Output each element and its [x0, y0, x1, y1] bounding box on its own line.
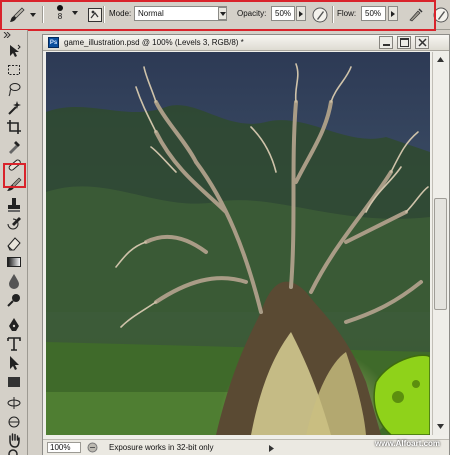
options-highlight-box	[0, 0, 436, 31]
document-title: game_illustration.psd @ 100% (Levels 3, …	[64, 38, 244, 47]
quick-select-tool[interactable]	[5, 100, 23, 116]
lasso-tool[interactable]	[5, 81, 23, 97]
status-info-icon[interactable]	[87, 442, 98, 453]
photoshop-icon: Ps	[48, 37, 59, 48]
move-tool[interactable]	[5, 43, 23, 59]
tree-illustration	[46, 52, 430, 435]
document-title-bar[interactable]: Ps game_illustration.psd @ 100% (Levels …	[43, 35, 449, 51]
status-menu-arrow-icon[interactable]	[269, 445, 274, 452]
marquee-tool[interactable]	[5, 62, 23, 78]
close-icon	[417, 38, 427, 47]
droplet-icon	[9, 274, 19, 289]
move-icon	[10, 44, 21, 57]
eraser-icon	[7, 237, 21, 251]
stamp-icon	[8, 198, 20, 212]
close-button[interactable]	[415, 36, 429, 49]
crop-icon	[7, 120, 21, 134]
3d-rotate-icon	[7, 397, 21, 409]
zoom-tool[interactable]	[5, 448, 23, 455]
type-icon	[7, 337, 21, 351]
magic-wand-icon	[8, 101, 21, 115]
path-selection-tool[interactable]	[5, 355, 23, 371]
3d-orbit-tool[interactable]	[5, 414, 23, 430]
arrow-down-icon	[437, 423, 444, 429]
marquee-icon	[8, 65, 20, 75]
maximize-icon	[399, 38, 409, 47]
crop-tool[interactable]	[5, 119, 23, 135]
dodge-tool[interactable]	[5, 292, 23, 308]
toolbox	[0, 30, 28, 455]
shape-tool[interactable]	[5, 374, 23, 390]
scroll-down-button[interactable]	[434, 420, 447, 432]
zoom-field[interactable]: 100%	[47, 442, 81, 453]
history-brush-tool[interactable]	[5, 216, 23, 232]
brush-tool-highlight-box	[3, 163, 26, 188]
lasso-icon	[8, 83, 21, 97]
document-window: Ps game_illustration.psd @ 100% (Levels …	[42, 34, 450, 455]
vertical-scrollbar[interactable]	[432, 52, 448, 435]
minimize-button[interactable]	[379, 36, 393, 49]
gradient-icon	[7, 257, 21, 267]
pen-icon	[9, 318, 19, 331]
3d-orbit-icon	[8, 416, 20, 428]
dodge-icon	[7, 294, 20, 307]
watermark: www.Alfoart.com	[375, 439, 441, 448]
collapse-arrows-icon[interactable]	[3, 32, 11, 38]
eraser-tool[interactable]	[5, 235, 23, 251]
clone-stamp-tool[interactable]	[5, 197, 23, 213]
rectangle-icon	[8, 377, 20, 387]
gradient-tool[interactable]	[5, 254, 23, 270]
3d-rotate-tool[interactable]	[5, 395, 23, 411]
maximize-button[interactable]	[397, 36, 411, 49]
blur-tool[interactable]	[5, 273, 23, 289]
minimize-icon	[382, 44, 390, 46]
scroll-thumb[interactable]	[434, 198, 447, 310]
hand-icon	[9, 433, 20, 448]
image-canvas[interactable]	[46, 52, 430, 435]
arrow-up-icon	[437, 56, 444, 62]
hand-tool[interactable]	[5, 432, 23, 448]
history-brush-icon	[7, 217, 21, 230]
type-tool[interactable]	[5, 336, 23, 352]
magnifier-icon	[8, 449, 18, 455]
scroll-up-button[interactable]	[434, 53, 447, 65]
status-text: Exposure works in 32-bit only	[109, 443, 214, 452]
arrow-cursor-icon	[10, 356, 19, 370]
pen-tool[interactable]	[5, 317, 23, 333]
eyedropper-icon	[9, 141, 20, 154]
eyedropper-tool[interactable]	[5, 138, 23, 154]
